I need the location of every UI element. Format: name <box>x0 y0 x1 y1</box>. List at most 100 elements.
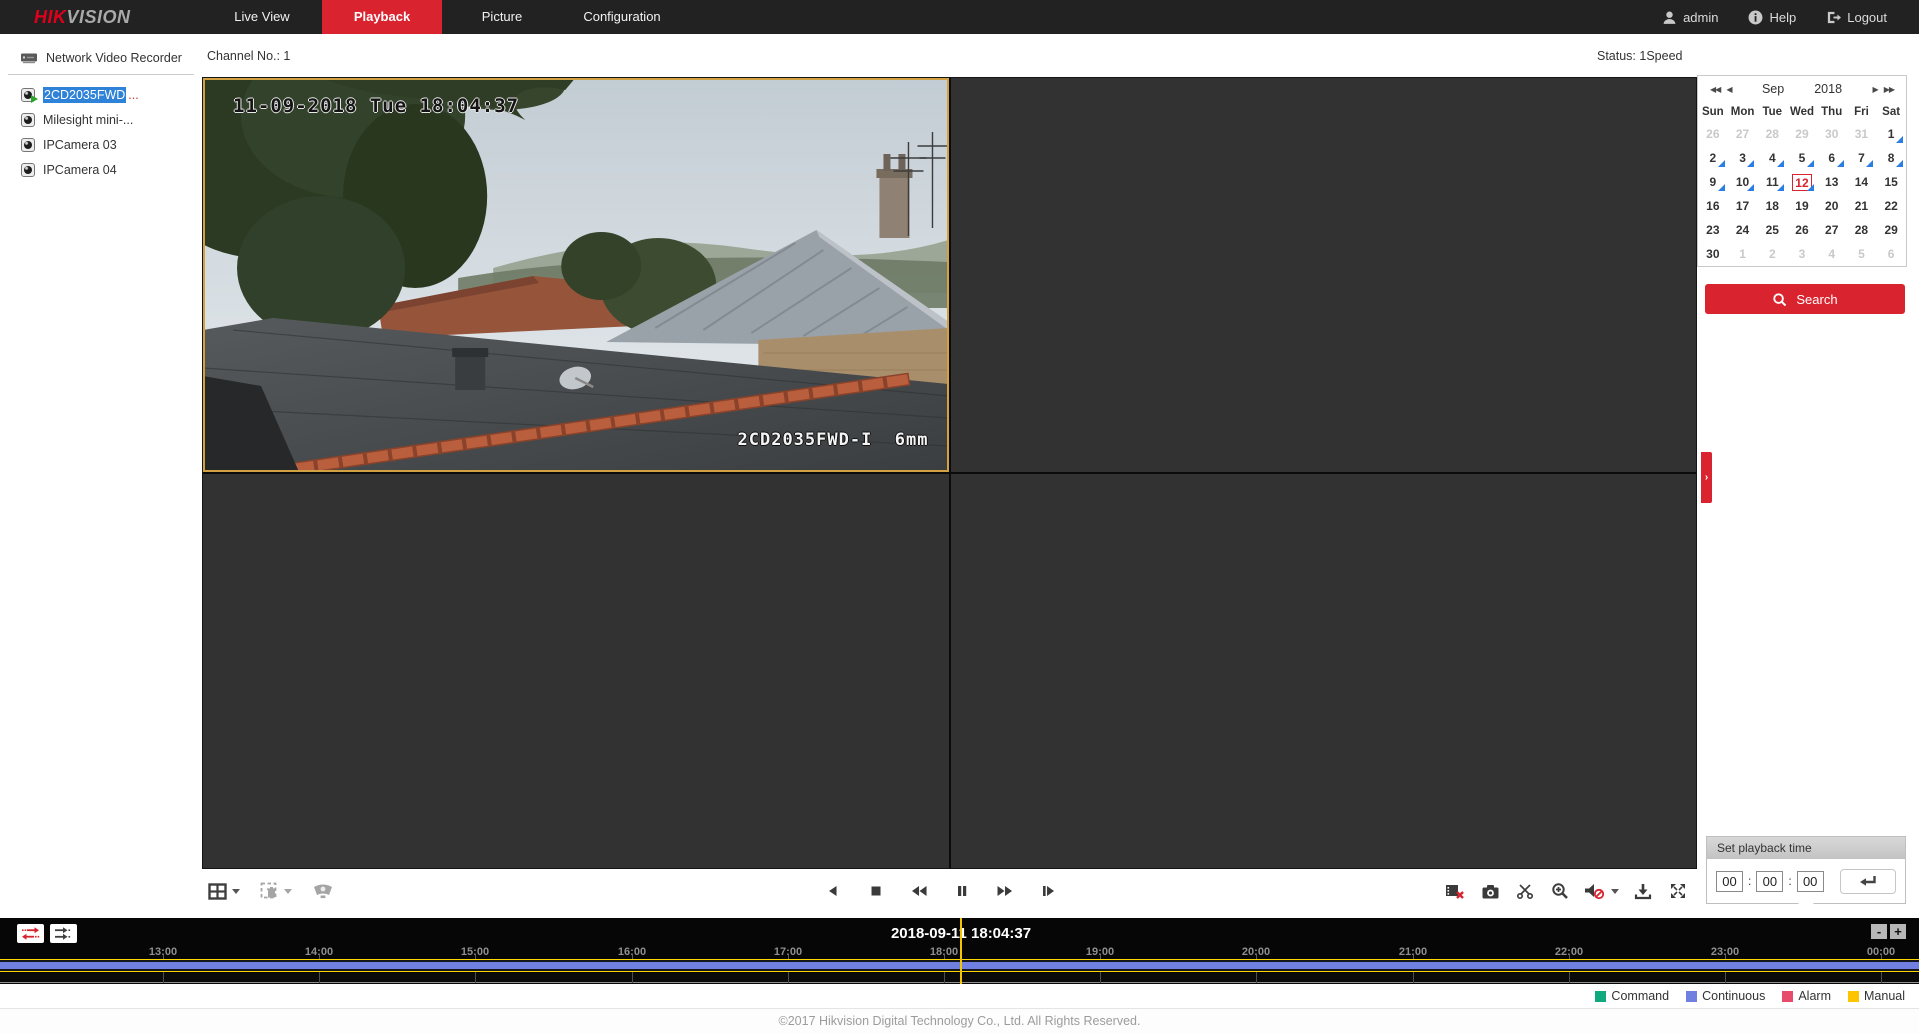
calendar-day[interactable]: 31 <box>1847 122 1877 146</box>
tab-picture[interactable]: Picture <box>442 0 562 34</box>
calendar-day[interactable]: 28 <box>1847 218 1877 242</box>
calendar-day[interactable]: 24 <box>1728 218 1758 242</box>
tab-live-view[interactable]: Live View <box>202 0 322 34</box>
calendar-day[interactable]: 12 <box>1787 170 1817 194</box>
playback-hour-input[interactable] <box>1716 871 1743 892</box>
calendar-day[interactable]: 18 <box>1757 194 1787 218</box>
fisheye-expansion-button[interactable] <box>312 878 334 904</box>
calendar-day[interactable]: 1 <box>1876 122 1906 146</box>
playback-second-input[interactable] <box>1797 871 1824 892</box>
calendar-day[interactable]: 20 <box>1817 194 1847 218</box>
calendar-day[interactable]: 5 <box>1787 146 1817 170</box>
calendar-month[interactable]: Sep <box>1762 82 1784 96</box>
calendar-day[interactable]: 30 <box>1698 242 1728 266</box>
calendar-day[interactable]: 2 <box>1698 146 1728 170</box>
help-button[interactable]: Help <box>1748 10 1796 25</box>
download-button[interactable] <box>1632 878 1654 904</box>
calendar-day[interactable]: 21 <box>1847 194 1877 218</box>
calendar-day[interactable]: 25 <box>1757 218 1787 242</box>
calendar-day[interactable]: 17 <box>1728 194 1758 218</box>
timeline-tick <box>1256 972 1257 983</box>
fullscreen-button[interactable] <box>1667 878 1689 904</box>
clip-icon <box>1516 882 1534 900</box>
calendar-day[interactable]: 11 <box>1757 170 1787 194</box>
calendar-day[interactable]: 29 <box>1876 218 1906 242</box>
calendar-day[interactable]: 26 <box>1787 218 1817 242</box>
frame-step-button[interactable] <box>1037 878 1059 904</box>
pause-button[interactable] <box>951 878 973 904</box>
calendar-day[interactable]: 29 <box>1787 122 1817 146</box>
calendar-day[interactable]: 27 <box>1817 218 1847 242</box>
calendar-year[interactable]: 2018 <box>1814 82 1842 96</box>
calendar-day[interactable]: 5 <box>1847 242 1877 266</box>
calendar-day[interactable]: 9 <box>1698 170 1728 194</box>
playback-minute-input[interactable] <box>1756 871 1783 892</box>
playhead[interactable] <box>960 918 962 984</box>
timeline[interactable]: 2018-09-11 18:04:37 13:0014:0015:0016:00… <box>0 918 1919 984</box>
tab-playback[interactable]: Playback <box>322 0 442 34</box>
video-tile-1[interactable]: 11-09-2018 Tue 18:04:37 2CD2035FWD-I 6mm <box>203 78 949 472</box>
collapse-panel-button[interactable]: › <box>1701 452 1712 503</box>
calendar-day[interactable]: 7 <box>1847 146 1877 170</box>
smart-search-clear-button[interactable] <box>260 878 292 904</box>
stop-button[interactable] <box>865 878 887 904</box>
camera-item[interactable]: 2CD2035FWD... <box>0 82 202 107</box>
camera-item[interactable]: IPCamera 04 <box>0 157 202 182</box>
forward-play-mode-button[interactable] <box>50 924 77 943</box>
calendar-day[interactable]: 1 <box>1728 242 1758 266</box>
reverse-play-mode-button[interactable] <box>17 924 44 943</box>
video-tile-2[interactable] <box>951 78 1697 472</box>
calendar-day[interactable]: 4 <box>1757 146 1787 170</box>
calendar-day[interactable]: 26 <box>1698 122 1728 146</box>
camera-item[interactable]: Milesight mini-... <box>0 107 202 132</box>
timeline-zoom-out-button[interactable]: - <box>1871 924 1887 939</box>
calendar-prev-year-button[interactable]: ◀◀ <box>1707 85 1723 94</box>
calendar-day[interactable]: 2 <box>1757 242 1787 266</box>
legend-item-manual: Manual <box>1848 989 1905 1003</box>
tab-configuration[interactable]: Configuration <box>562 0 682 34</box>
audio-muted-button[interactable] <box>1584 878 1619 904</box>
calendar-day[interactable]: 16 <box>1698 194 1728 218</box>
calendar-day[interactable]: 19 <box>1787 194 1817 218</box>
calendar-day[interactable]: 8 <box>1876 146 1906 170</box>
reverse-play-button[interactable] <box>822 878 844 904</box>
camera-item[interactable]: IPCamera 03 <box>0 132 202 157</box>
calendar-day[interactable]: 6 <box>1876 242 1906 266</box>
calendar-day-number: 6 <box>1881 246 1901 263</box>
calendar-day[interactable]: 3 <box>1728 146 1758 170</box>
capture-button[interactable] <box>1479 878 1501 904</box>
calendar-day[interactable]: 4 <box>1817 242 1847 266</box>
timeline-zoom-in-button[interactable]: + <box>1890 924 1906 939</box>
calendar-day[interactable]: 14 <box>1847 170 1877 194</box>
calendar-day-number: 24 <box>1733 222 1753 239</box>
calendar-day-names: SunMonTueWedThuFriSat <box>1698 102 1906 122</box>
calendar-day[interactable]: 10 <box>1728 170 1758 194</box>
timeline-tick <box>632 972 633 983</box>
calendar-day[interactable]: 23 <box>1698 218 1728 242</box>
calendar-day[interactable]: 27 <box>1728 122 1758 146</box>
window-division-button[interactable] <box>208 878 240 904</box>
device-root-item[interactable]: Network Video Recorder <box>20 50 202 65</box>
calendar-next-year-button[interactable]: ▶▶ <box>1881 85 1897 94</box>
calendar-day[interactable]: 6 <box>1817 146 1847 170</box>
go-to-time-button[interactable] <box>1840 869 1896 894</box>
calendar-day[interactable]: 3 <box>1787 242 1817 266</box>
calendar-day[interactable]: 28 <box>1757 122 1787 146</box>
calendar-day[interactable]: 15 <box>1876 170 1906 194</box>
calendar-prev-month-button[interactable]: ◀ <box>1723 85 1734 94</box>
stop-all-button[interactable] <box>1444 878 1466 904</box>
calendar-day[interactable]: 30 <box>1817 122 1847 146</box>
logout-button[interactable]: Logout <box>1826 10 1887 25</box>
video-tile-3[interactable] <box>203 474 949 868</box>
digital-zoom-button[interactable] <box>1549 878 1571 904</box>
speed-up-button[interactable] <box>994 878 1016 904</box>
search-button[interactable]: Search <box>1705 284 1905 314</box>
user-menu[interactable]: admin <box>1662 10 1718 25</box>
calendar-day[interactable]: 13 <box>1817 170 1847 194</box>
calendar-day[interactable]: 22 <box>1876 194 1906 218</box>
calendar-next-month-button[interactable]: ▶ <box>1870 85 1881 94</box>
timeline-tick <box>319 972 320 983</box>
video-tile-4[interactable] <box>951 474 1697 868</box>
clip-button[interactable] <box>1514 878 1536 904</box>
slow-down-button[interactable] <box>908 878 930 904</box>
